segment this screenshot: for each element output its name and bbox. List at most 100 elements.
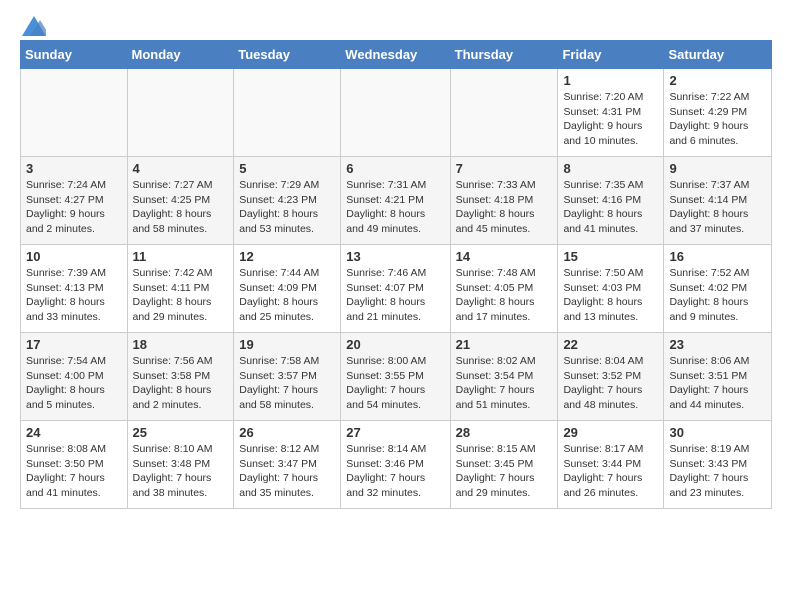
day-info: Sunrise: 7:52 AM Sunset: 4:02 PM Dayligh… (669, 266, 766, 325)
calendar-cell (21, 69, 128, 157)
calendar-cell: 27Sunrise: 8:14 AM Sunset: 3:46 PM Dayli… (341, 421, 450, 509)
day-info: Sunrise: 8:19 AM Sunset: 3:43 PM Dayligh… (669, 442, 766, 501)
calendar-cell: 1Sunrise: 7:20 AM Sunset: 4:31 PM Daylig… (558, 69, 664, 157)
day-info: Sunrise: 8:08 AM Sunset: 3:50 PM Dayligh… (26, 442, 122, 501)
calendar-cell: 30 Sunrise: 8:19 AM Sunset: 3:43 PM Dayli… (664, 421, 772, 509)
day-info: Sunrise: 8:06 AM Sunset: 3:51 PM Dayligh… (669, 354, 766, 413)
calendar-cell: 24 Sunrise: 8:08 AM Sunset: 3:50 PM Dayli… (21, 421, 128, 509)
day-info: Sunrise: 7:48 AM Sunset: 4:05 PM Dayligh… (456, 266, 553, 325)
calendar-cell: 8 Sunrise: 7:35 AM Sunset: 4:16 PM Daylig… (558, 157, 664, 245)
calendar-table: SundayMondayTuesdayWednesdayThursdayFrid… (20, 40, 772, 509)
day-info: Sunrise: 7:29 AM Sunset: 4:23 PM Dayligh… (239, 178, 335, 237)
day-info: Sunrise: 7:27 AM Sunset: 4:25 PM Dayligh… (133, 178, 229, 237)
week-row-2: 3Sunrise: 7:24 AM Sunset: 4:27 PM Daylig… (21, 157, 772, 245)
day-number: 2 (669, 73, 766, 88)
day-number: 21 (456, 337, 553, 352)
calendar-cell: 12 Sunrise: 7:44 AM Sunset: 4:09 PM Dayli… (234, 245, 341, 333)
calendar-cell (234, 69, 341, 157)
calendar-cell: 13 Sunrise: 7:46 AM Sunset: 4:07 PM Dayli… (341, 245, 450, 333)
calendar-cell: 9 Sunrise: 7:37 AM Sunset: 4:14 PM Daylig… (664, 157, 772, 245)
day-info: Sunrise: 7:37 AM Sunset: 4:14 PM Dayligh… (669, 178, 766, 237)
day-number: 12 (239, 249, 335, 264)
day-number: 17 (26, 337, 122, 352)
week-row-5: 24 Sunrise: 8:08 AM Sunset: 3:50 PM Dayli… (21, 421, 772, 509)
week-row-4: 17 Sunrise: 7:54 AM Sunset: 4:00 PM Dayli… (21, 333, 772, 421)
day-number: 11 (133, 249, 229, 264)
calendar-cell: 19 Sunrise: 7:58 AM Sunset: 3:57 PM Dayli… (234, 333, 341, 421)
page-header (0, 0, 792, 40)
header-day-saturday: Saturday (664, 41, 772, 69)
day-number: 16 (669, 249, 766, 264)
day-number: 15 (563, 249, 658, 264)
header-day-tuesday: Tuesday (234, 41, 341, 69)
calendar-cell: 11Sunrise: 7:42 AM Sunset: 4:11 PM Dayli… (127, 245, 234, 333)
calendar-cell: 3Sunrise: 7:24 AM Sunset: 4:27 PM Daylig… (21, 157, 128, 245)
calendar-cell: 29Sunrise: 8:17 AM Sunset: 3:44 PM Dayli… (558, 421, 664, 509)
calendar-header: SundayMondayTuesdayWednesdayThursdayFrid… (21, 41, 772, 69)
header-day-thursday: Thursday (450, 41, 558, 69)
day-info: Sunrise: 7:39 AM Sunset: 4:13 PM Dayligh… (26, 266, 122, 325)
day-info: Sunrise: 7:31 AM Sunset: 4:21 PM Dayligh… (346, 178, 444, 237)
day-info: Sunrise: 7:35 AM Sunset: 4:16 PM Dayligh… (563, 178, 658, 237)
day-number: 6 (346, 161, 444, 176)
calendar-cell: 23 Sunrise: 8:06 AM Sunset: 3:51 PM Dayli… (664, 333, 772, 421)
day-number: 23 (669, 337, 766, 352)
day-info: Sunrise: 8:10 AM Sunset: 3:48 PM Dayligh… (133, 442, 229, 501)
day-info: Sunrise: 7:24 AM Sunset: 4:27 PM Dayligh… (26, 178, 122, 237)
calendar-cell: 21 Sunrise: 8:02 AM Sunset: 3:54 PM Dayli… (450, 333, 558, 421)
day-info: Sunrise: 8:02 AM Sunset: 3:54 PM Dayligh… (456, 354, 553, 413)
day-number: 10 (26, 249, 122, 264)
day-number: 20 (346, 337, 444, 352)
calendar-cell: 7 Sunrise: 7:33 AM Sunset: 4:18 PM Daylig… (450, 157, 558, 245)
calendar-cell: 10 Sunrise: 7:39 AM Sunset: 4:13 PM Dayli… (21, 245, 128, 333)
logo-icon (22, 16, 46, 36)
day-number: 26 (239, 425, 335, 440)
day-number: 25 (133, 425, 229, 440)
calendar-cell: 18Sunrise: 7:56 AM Sunset: 3:58 PM Dayli… (127, 333, 234, 421)
header-day-wednesday: Wednesday (341, 41, 450, 69)
day-info: Sunrise: 7:22 AM Sunset: 4:29 PM Dayligh… (669, 90, 766, 149)
day-info: Sunrise: 8:04 AM Sunset: 3:52 PM Dayligh… (563, 354, 658, 413)
day-number: 8 (563, 161, 658, 176)
calendar-cell: 16 Sunrise: 7:52 AM Sunset: 4:02 PM Dayli… (664, 245, 772, 333)
day-info: Sunrise: 8:12 AM Sunset: 3:47 PM Dayligh… (239, 442, 335, 501)
day-number: 28 (456, 425, 553, 440)
day-info: Sunrise: 8:00 AM Sunset: 3:55 PM Dayligh… (346, 354, 444, 413)
calendar-cell: 6 Sunrise: 7:31 AM Sunset: 4:21 PM Daylig… (341, 157, 450, 245)
day-info: Sunrise: 8:17 AM Sunset: 3:44 PM Dayligh… (563, 442, 658, 501)
day-info: Sunrise: 8:15 AM Sunset: 3:45 PM Dayligh… (456, 442, 553, 501)
header-day-friday: Friday (558, 41, 664, 69)
day-info: Sunrise: 7:46 AM Sunset: 4:07 PM Dayligh… (346, 266, 444, 325)
calendar-cell: 20 Sunrise: 8:00 AM Sunset: 3:55 PM Dayli… (341, 333, 450, 421)
calendar-cell: 26 Sunrise: 8:12 AM Sunset: 3:47 PM Dayli… (234, 421, 341, 509)
week-row-1: 1Sunrise: 7:20 AM Sunset: 4:31 PM Daylig… (21, 69, 772, 157)
day-info: Sunrise: 7:44 AM Sunset: 4:09 PM Dayligh… (239, 266, 335, 325)
header-day-monday: Monday (127, 41, 234, 69)
calendar-cell (127, 69, 234, 157)
calendar-cell: 22Sunrise: 8:04 AM Sunset: 3:52 PM Dayli… (558, 333, 664, 421)
day-number: 18 (133, 337, 229, 352)
day-number: 30 (669, 425, 766, 440)
calendar-cell: 14 Sunrise: 7:48 AM Sunset: 4:05 PM Dayli… (450, 245, 558, 333)
calendar-cell: 4Sunrise: 7:27 AM Sunset: 4:25 PM Daylig… (127, 157, 234, 245)
day-number: 7 (456, 161, 553, 176)
calendar-cell: 25 Sunrise: 8:10 AM Sunset: 3:48 PM Dayli… (127, 421, 234, 509)
calendar-cell: 28 Sunrise: 8:15 AM Sunset: 3:45 PM Dayli… (450, 421, 558, 509)
calendar-cell: 2 Sunrise: 7:22 AM Sunset: 4:29 PM Daylig… (664, 69, 772, 157)
day-number: 14 (456, 249, 553, 264)
day-info: Sunrise: 7:58 AM Sunset: 3:57 PM Dayligh… (239, 354, 335, 413)
calendar-cell (450, 69, 558, 157)
day-number: 13 (346, 249, 444, 264)
day-info: Sunrise: 8:14 AM Sunset: 3:46 PM Dayligh… (346, 442, 444, 501)
calendar-cell (341, 69, 450, 157)
day-info: Sunrise: 7:50 AM Sunset: 4:03 PM Dayligh… (563, 266, 658, 325)
calendar-cell: 15 Sunrise: 7:50 AM Sunset: 4:03 PM Dayli… (558, 245, 664, 333)
day-number: 19 (239, 337, 335, 352)
header-row: SundayMondayTuesdayWednesdayThursdayFrid… (21, 41, 772, 69)
day-info: Sunrise: 7:33 AM Sunset: 4:18 PM Dayligh… (456, 178, 553, 237)
calendar-wrap: SundayMondayTuesdayWednesdayThursdayFrid… (0, 40, 792, 519)
day-number: 24 (26, 425, 122, 440)
day-number: 9 (669, 161, 766, 176)
day-info: Sunrise: 7:54 AM Sunset: 4:00 PM Dayligh… (26, 354, 122, 413)
calendar-cell: 5Sunrise: 7:29 AM Sunset: 4:23 PM Daylig… (234, 157, 341, 245)
